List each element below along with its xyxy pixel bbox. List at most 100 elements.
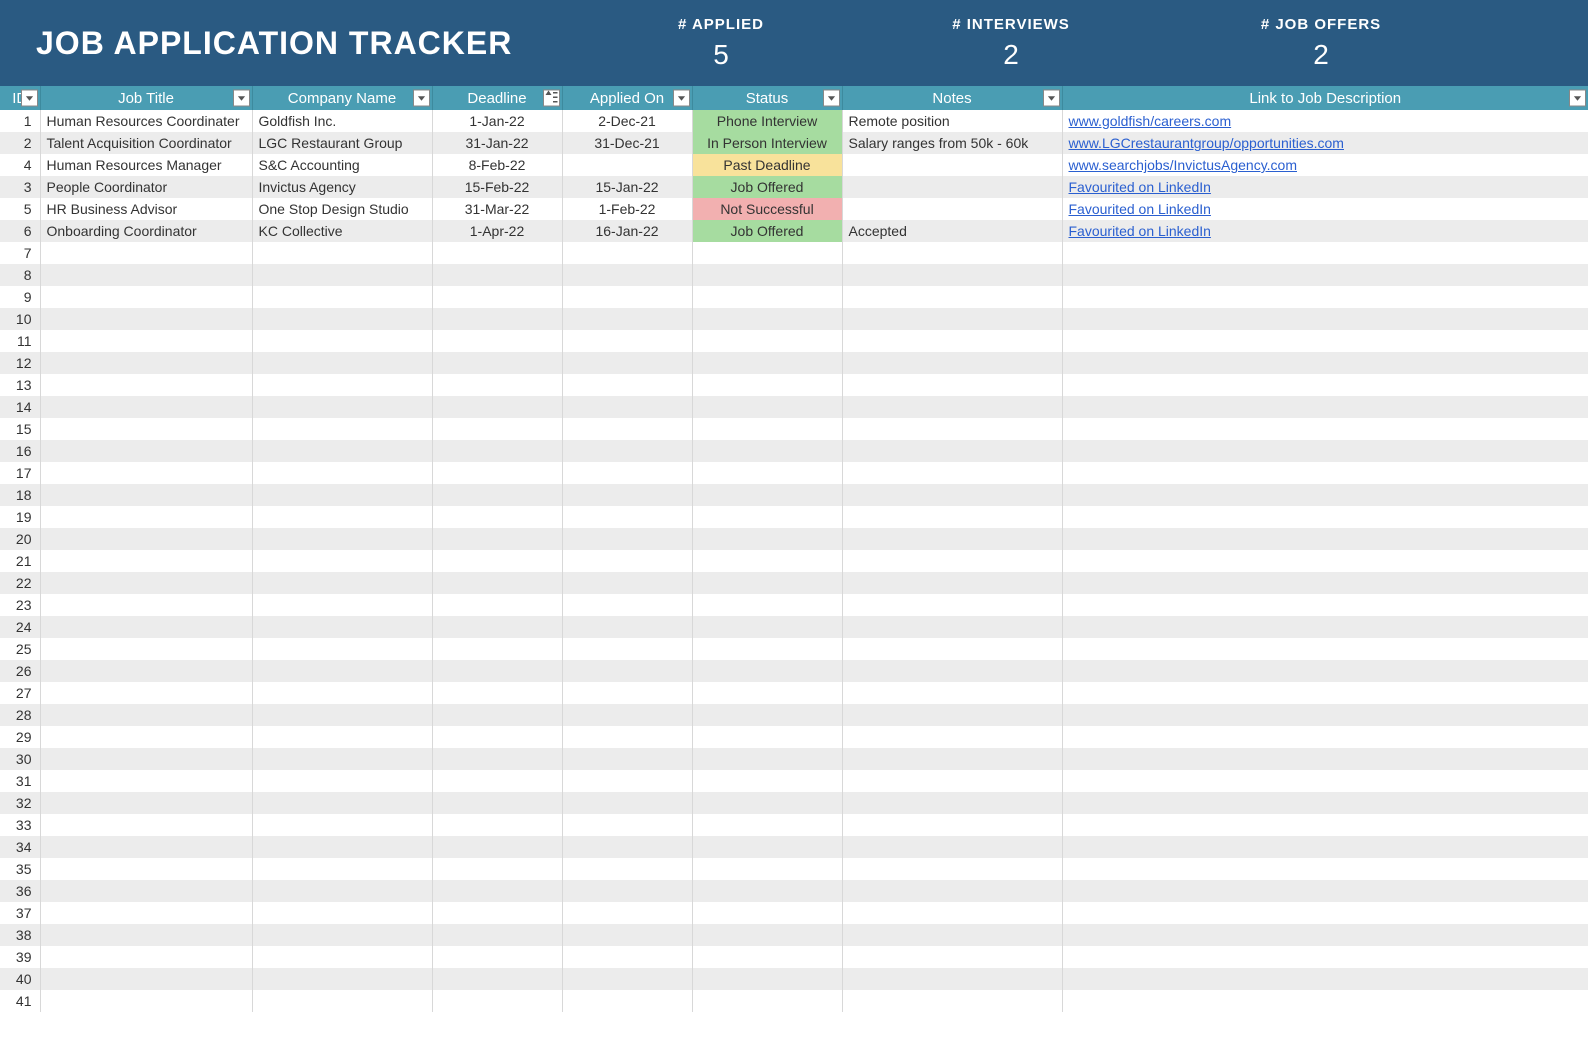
cell-empty[interactable]: [842, 264, 1062, 286]
cell-empty[interactable]: [1062, 704, 1588, 726]
cell-empty[interactable]: [562, 440, 692, 462]
cell-id[interactable]: 13: [0, 374, 40, 396]
cell-empty[interactable]: [1062, 374, 1588, 396]
cell-empty[interactable]: [252, 704, 432, 726]
cell-empty[interactable]: [1062, 396, 1588, 418]
cell-id[interactable]: 33: [0, 814, 40, 836]
cell-deadline[interactable]: 1-Apr-22: [432, 220, 562, 242]
cell-id[interactable]: 41: [0, 990, 40, 1012]
cell-empty[interactable]: [1062, 660, 1588, 682]
cell-empty[interactable]: [842, 352, 1062, 374]
cell-empty[interactable]: [842, 770, 1062, 792]
cell-empty[interactable]: [432, 264, 562, 286]
cell-empty[interactable]: [40, 308, 252, 330]
cell-empty[interactable]: [252, 462, 432, 484]
cell-empty[interactable]: [1062, 572, 1588, 594]
cell-id[interactable]: 38: [0, 924, 40, 946]
cell-empty[interactable]: [692, 418, 842, 440]
cell-empty[interactable]: [842, 748, 1062, 770]
cell-empty[interactable]: [692, 506, 842, 528]
cell-empty[interactable]: [40, 616, 252, 638]
cell-empty[interactable]: [692, 792, 842, 814]
cell-link[interactable]: www.LGCrestaurantgroup/opportunities.com: [1062, 132, 1588, 154]
cell-empty[interactable]: [842, 704, 1062, 726]
cell-empty[interactable]: [692, 748, 842, 770]
cell-empty[interactable]: [40, 924, 252, 946]
cell-empty[interactable]: [842, 880, 1062, 902]
cell-empty[interactable]: [40, 440, 252, 462]
cell-empty[interactable]: [562, 726, 692, 748]
cell-empty[interactable]: [842, 396, 1062, 418]
cell-empty[interactable]: [692, 550, 842, 572]
cell-link[interactable]: Favourited on LinkedIn: [1062, 198, 1588, 220]
cell-empty[interactable]: [40, 374, 252, 396]
cell-empty[interactable]: [562, 484, 692, 506]
col-status[interactable]: Status: [692, 86, 842, 110]
cell-empty[interactable]: [432, 308, 562, 330]
cell-empty[interactable]: [1062, 418, 1588, 440]
cell-empty[interactable]: [562, 748, 692, 770]
cell-id[interactable]: 34: [0, 836, 40, 858]
cell-empty[interactable]: [432, 352, 562, 374]
cell-company[interactable]: LGC Restaurant Group: [252, 132, 432, 154]
cell-empty[interactable]: [432, 396, 562, 418]
cell-empty[interactable]: [692, 440, 842, 462]
cell-empty[interactable]: [252, 770, 432, 792]
cell-empty[interactable]: [692, 638, 842, 660]
cell-empty[interactable]: [842, 924, 1062, 946]
cell-empty[interactable]: [252, 396, 432, 418]
cell-empty[interactable]: [40, 484, 252, 506]
cell-empty[interactable]: [432, 330, 562, 352]
cell-empty[interactable]: [252, 286, 432, 308]
cell-id[interactable]: 31: [0, 770, 40, 792]
cell-empty[interactable]: [252, 572, 432, 594]
cell-id[interactable]: 15: [0, 418, 40, 440]
col-notes[interactable]: Notes: [842, 86, 1062, 110]
cell-empty[interactable]: [1062, 946, 1588, 968]
cell-empty[interactable]: [1062, 330, 1588, 352]
cell-id[interactable]: 19: [0, 506, 40, 528]
cell-empty[interactable]: [432, 682, 562, 704]
cell-empty[interactable]: [842, 374, 1062, 396]
cell-empty[interactable]: [40, 792, 252, 814]
cell-empty[interactable]: [562, 352, 692, 374]
cell-empty[interactable]: [252, 924, 432, 946]
cell-empty[interactable]: [842, 946, 1062, 968]
cell-empty[interactable]: [562, 462, 692, 484]
cell-notes[interactable]: Salary ranges from 50k - 60k: [842, 132, 1062, 154]
cell-id[interactable]: 10: [0, 308, 40, 330]
cell-empty[interactable]: [692, 990, 842, 1012]
cell-id[interactable]: 30: [0, 748, 40, 770]
cell-id[interactable]: 18: [0, 484, 40, 506]
job-link[interactable]: Favourited on LinkedIn: [1069, 223, 1211, 239]
cell-empty[interactable]: [692, 836, 842, 858]
cell-empty[interactable]: [252, 902, 432, 924]
cell-empty[interactable]: [842, 506, 1062, 528]
cell-empty[interactable]: [562, 330, 692, 352]
cell-id[interactable]: 6: [0, 220, 40, 242]
cell-applied[interactable]: 2-Dec-21: [562, 110, 692, 132]
cell-empty[interactable]: [40, 858, 252, 880]
col-link[interactable]: Link to Job Description: [1062, 86, 1588, 110]
sort-asc-icon[interactable]: [543, 90, 560, 107]
cell-empty[interactable]: [842, 462, 1062, 484]
cell-id[interactable]: 27: [0, 682, 40, 704]
cell-empty[interactable]: [692, 770, 842, 792]
cell-empty[interactable]: [432, 594, 562, 616]
filter-icon[interactable]: [233, 90, 250, 107]
cell-empty[interactable]: [432, 946, 562, 968]
cell-deadline[interactable]: 8-Feb-22: [432, 154, 562, 176]
cell-empty[interactable]: [1062, 682, 1588, 704]
cell-empty[interactable]: [40, 770, 252, 792]
cell-status[interactable]: Job Offered: [692, 220, 842, 242]
cell-empty[interactable]: [842, 792, 1062, 814]
col-applied[interactable]: Applied On: [562, 86, 692, 110]
cell-empty[interactable]: [692, 726, 842, 748]
cell-empty[interactable]: [562, 704, 692, 726]
cell-empty[interactable]: [40, 396, 252, 418]
cell-empty[interactable]: [252, 440, 432, 462]
cell-empty[interactable]: [842, 440, 1062, 462]
cell-empty[interactable]: [842, 814, 1062, 836]
cell-empty[interactable]: [842, 242, 1062, 264]
cell-empty[interactable]: [562, 286, 692, 308]
